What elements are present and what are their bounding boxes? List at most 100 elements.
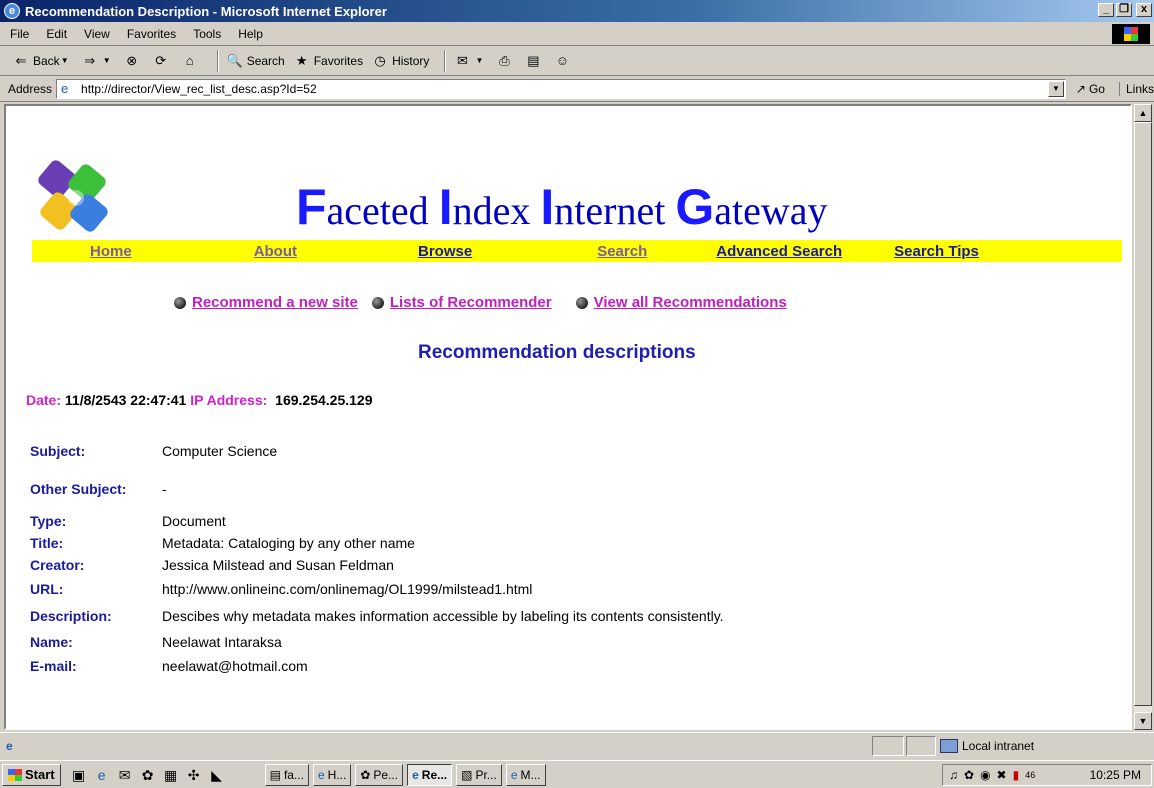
stop-button[interactable]: ⊗ <box>123 52 144 70</box>
page-icon: e <box>61 80 69 96</box>
app-icon[interactable]: ◣ <box>209 767 225 783</box>
security-zone: Local intranet <box>940 736 1034 756</box>
ie-icon[interactable]: e <box>94 767 110 783</box>
vertical-scrollbar[interactable]: ▲ ▼ <box>1134 104 1152 730</box>
word-icon: ▤ <box>269 767 281 782</box>
field-label: E-mail: <box>30 658 77 674</box>
favorites-button[interactable]: ★ Favorites <box>293 52 363 70</box>
title-initial: I <box>540 179 555 235</box>
taskbar-item-active[interactable]: e Re... <box>407 763 453 786</box>
tray-app-icon[interactable]: ✖ <box>997 768 1007 782</box>
field-label: Title: <box>30 535 64 551</box>
menu-help[interactable]: Help <box>238 27 263 41</box>
taskbar-item[interactable]: ▧ Pr... <box>456 763 502 786</box>
taskbar-item[interactable]: e H... <box>312 763 352 786</box>
chevron-down-icon: ▼ <box>102 55 111 65</box>
tray-app-icon[interactable]: ▮ <box>1013 768 1020 782</box>
field-value: Metadata: Cataloging by any other name <box>162 535 415 551</box>
field-value: Computer Science <box>162 443 278 459</box>
menu-edit[interactable]: Edit <box>46 27 67 41</box>
address-input[interactable]: e http://director/View_rec_list_desc.asp… <box>56 78 1066 99</box>
edit-button[interactable]: ▤ <box>524 52 545 70</box>
menu-favorites[interactable]: Favorites <box>127 27 176 41</box>
windows-flag-icon <box>8 768 22 781</box>
page-content: Faceted Index Internet Gateway Home Abou… <box>4 104 1132 730</box>
recommend-new-site-link[interactable]: Recommend a new site <box>192 294 358 311</box>
app-icon[interactable]: ✿ <box>140 767 156 783</box>
forward-button[interactable]: ⇒ ▼ <box>81 52 115 70</box>
minimize-button[interactable]: _ <box>1098 3 1114 17</box>
start-button[interactable]: Start <box>2 763 61 786</box>
bullet-icon <box>174 296 186 309</box>
title-word: ateway <box>714 188 828 233</box>
chevron-down-icon: ▼ <box>475 55 484 65</box>
field-row: URL: http://www.onlineinc.com/onlinemag/… <box>30 576 724 602</box>
menu-view[interactable]: View <box>84 27 110 41</box>
address-bar: Address e http://director/View_rec_list_… <box>0 76 1154 102</box>
field-value: Jessica Milstead and Susan Feldman <box>162 557 394 573</box>
taskbar-item[interactable]: ✿ Pe... <box>355 763 404 786</box>
field-row: Name: Neelawat Intaraksa <box>30 630 724 654</box>
history-label: History <box>392 53 430 68</box>
toolbar-separator <box>216 49 219 72</box>
go-button[interactable]: ↗ Go <box>1076 82 1105 96</box>
ip-value: 169.254.25.129 <box>275 392 373 408</box>
task-label: Pe... <box>373 767 399 782</box>
print-button[interactable]: ⎙ <box>495 52 516 70</box>
home-button[interactable]: ⌂ <box>181 52 202 70</box>
lists-of-recommender-link[interactable]: Lists of Recommender <box>390 294 552 311</box>
history-button[interactable]: ◷ History <box>371 52 429 70</box>
scroll-up-button[interactable]: ▲ <box>1134 104 1152 122</box>
app-icon[interactable]: ▦ <box>163 767 179 783</box>
network-icon[interactable]: ◉ <box>980 768 990 782</box>
start-label: Start <box>25 767 55 782</box>
bullet-icon <box>371 296 384 309</box>
mail-button[interactable]: ✉ ▼ <box>453 52 487 70</box>
field-label: Description: <box>30 608 112 624</box>
app-icon[interactable]: ✣ <box>186 767 202 783</box>
outlook-icon[interactable]: ✉ <box>117 767 133 783</box>
clock[interactable]: 10:25 PM <box>1090 768 1141 782</box>
nav-advanced-search[interactable]: Advanced Search <box>716 243 842 260</box>
desktop-icon[interactable]: ▣ <box>71 767 87 783</box>
nav-browse[interactable]: Browse <box>418 243 472 260</box>
tray-app-icon[interactable]: ✿ <box>964 768 974 782</box>
links-button[interactable]: Links <box>1118 81 1154 96</box>
task-label: H... <box>327 767 347 782</box>
refresh-button[interactable]: ⟳ <box>152 52 173 70</box>
maximize-button[interactable]: ❐ <box>1116 3 1132 17</box>
volume-icon[interactable]: ♫ <box>949 768 958 782</box>
nav-search[interactable]: Search <box>597 243 647 260</box>
address-url: http://director/View_rec_list_desc.asp?I… <box>81 81 317 96</box>
close-button[interactable]: x <box>1136 3 1152 17</box>
title-initial: F <box>296 179 327 235</box>
scroll-down-button[interactable]: ▼ <box>1134 712 1152 730</box>
nav-search-tips[interactable]: Search Tips <box>894 243 979 260</box>
history-icon: ◷ <box>374 52 386 68</box>
field-label: Subject: <box>30 443 86 459</box>
back-button[interactable]: ⇐ Back ▼ <box>12 52 73 70</box>
taskbar-item[interactable]: e M... <box>505 763 546 786</box>
scroll-thumb[interactable] <box>1134 122 1152 706</box>
back-label: Back <box>33 53 60 68</box>
taskbar-item[interactable]: ▤ fa... <box>264 763 309 786</box>
ip-label: IP Address: <box>190 392 268 408</box>
address-dropdown-button[interactable]: ▼ <box>1047 80 1064 97</box>
nav-home[interactable]: Home <box>90 243 132 260</box>
toolbar-separator <box>444 49 447 72</box>
search-button[interactable]: 🔍 Search <box>226 52 285 70</box>
discuss-button[interactable]: ☺ <box>553 52 574 70</box>
field-value: Descibes why metadata makes information … <box>162 608 724 624</box>
recommend-links: Recommend a new site Lists of Recommende… <box>174 294 787 311</box>
status-segment <box>872 736 904 756</box>
view-all-recommendations-link[interactable]: View all Recommendations <box>594 294 787 311</box>
title-word: ndex <box>452 188 541 233</box>
menu-tools[interactable]: Tools <box>193 27 221 41</box>
menu-file[interactable]: File <box>10 27 29 41</box>
recommendation-fields: Subject: Computer Science Other Subject:… <box>30 434 724 678</box>
favorites-label: Favorites <box>313 53 364 68</box>
search-label: Search <box>246 53 285 68</box>
nav-about[interactable]: About <box>254 243 297 260</box>
page-heading: Recommendation descriptions <box>418 342 696 363</box>
edit-icon: ▤ <box>527 52 540 68</box>
